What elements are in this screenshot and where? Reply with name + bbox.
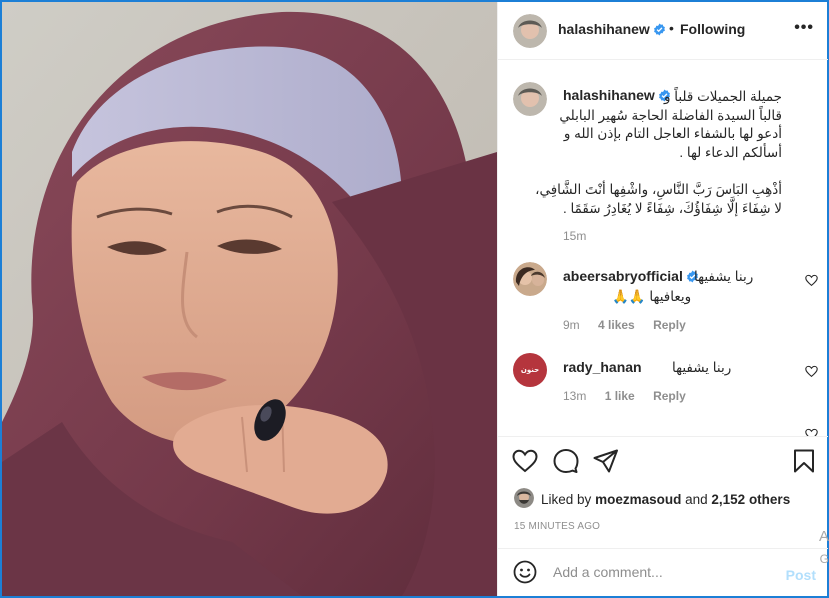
- comments-section[interactable]: halashihanew جميلة الجميلات قلباً و قالب…: [498, 60, 828, 436]
- overflow-text: G: [819, 552, 829, 566]
- comment-username[interactable]: rady_hanan: [563, 359, 642, 375]
- caption-text: جميلة الجميلات قلباً و قالباً السيدة الف…: [522, 88, 782, 218]
- caption-line: قالباً السيدة الفاضلة الحاجة سُهير الباب…: [559, 107, 782, 123]
- heart-icon[interactable]: [512, 449, 538, 473]
- comment-avatar[interactable]: [513, 262, 547, 296]
- post-header: halashihanew • Following •••: [498, 2, 828, 60]
- comment-like-icon[interactable]: [805, 274, 818, 287]
- comment-icon[interactable]: [553, 449, 579, 473]
- liked-by-avatar[interactable]: [514, 488, 534, 508]
- bookmark-icon[interactable]: [793, 449, 815, 473]
- comment-timestamp[interactable]: 9m: [563, 318, 580, 332]
- caption-line: أدعو لها بالشفاء العاجل التام بإذن الله …: [563, 126, 782, 141]
- post-time-ago[interactable]: 15 MINUTES AGO: [514, 521, 600, 532]
- post-photo[interactable]: [2, 2, 497, 596]
- caption-line: جميلة الجميلات قلباً و: [663, 89, 782, 104]
- liked-conjunction: and: [685, 492, 708, 507]
- reply-button[interactable]: Reply: [653, 389, 686, 403]
- comment-username[interactable]: abeersabryofficial: [563, 268, 699, 284]
- reply-button[interactable]: Reply: [653, 318, 686, 332]
- emoji-icon[interactable]: [513, 560, 537, 584]
- comment-likes[interactable]: 4 likes: [598, 318, 635, 332]
- comment-text: ربنا يشفيها: [694, 269, 754, 284]
- more-icon[interactable]: •••: [794, 19, 814, 37]
- comment-meta: 9m 4 likes Reply: [563, 318, 701, 332]
- portrait-image: [2, 2, 497, 596]
- comment-text: ويعافيها 🙏🙏: [612, 289, 692, 304]
- caption-line: أذْهِبِ البَاسَ رَبَّ النَّاسِ، واشْفِها…: [535, 182, 782, 197]
- caption-line: أسألكم الدعاء لها .: [679, 144, 782, 160]
- comment-likes[interactable]: 1 like: [605, 389, 635, 403]
- comment-like-icon[interactable]: [805, 428, 818, 436]
- verified-icon: [653, 23, 665, 36]
- liked-by-text: Liked by moezmasoud and 2,152 others: [541, 492, 790, 507]
- add-comment-input[interactable]: [553, 564, 763, 580]
- avatar-text: حنون: [520, 366, 540, 374]
- comment-item: حنون rady_hanan ربنا يشفيها 13m 1 like R…: [498, 353, 828, 433]
- overflow-text: A: [818, 528, 829, 545]
- following-button[interactable]: Following: [680, 21, 745, 37]
- caption-timestamp[interactable]: 15m: [563, 229, 586, 243]
- liked-prefix: Liked by: [541, 492, 592, 507]
- comment-timestamp[interactable]: 13m: [563, 389, 586, 403]
- liked-others-link[interactable]: 2,152 others: [711, 492, 790, 507]
- author-username[interactable]: halashihanew: [558, 21, 666, 37]
- caption-line: لا شِفَاءَ إلَّا شِفَاؤُكَ، شِفَاءً لا ي…: [562, 200, 782, 216]
- liked-by-user[interactable]: moezmasoud: [595, 492, 681, 507]
- post-actions: Liked by moezmasoud and 2,152 others 15 …: [498, 436, 828, 548]
- add-comment-bar: Post: [498, 548, 828, 596]
- header-separator: •: [669, 20, 674, 36]
- post-side-panel: halashihanew • Following ••• halashihane…: [497, 2, 829, 596]
- author-avatar[interactable]: [513, 14, 547, 48]
- comment-like-icon[interactable]: [805, 365, 818, 378]
- share-icon[interactable]: [593, 449, 619, 473]
- comment-item: abeersabryofficial ربنا يشفيها ويعافيها …: [498, 262, 828, 342]
- post-comment-button[interactable]: Post: [786, 567, 816, 583]
- comment-avatar[interactable]: حنون: [513, 353, 547, 387]
- comment-text: ربنا يشفيها: [672, 360, 732, 375]
- comment-meta: 13m 1 like Reply: [563, 389, 701, 403]
